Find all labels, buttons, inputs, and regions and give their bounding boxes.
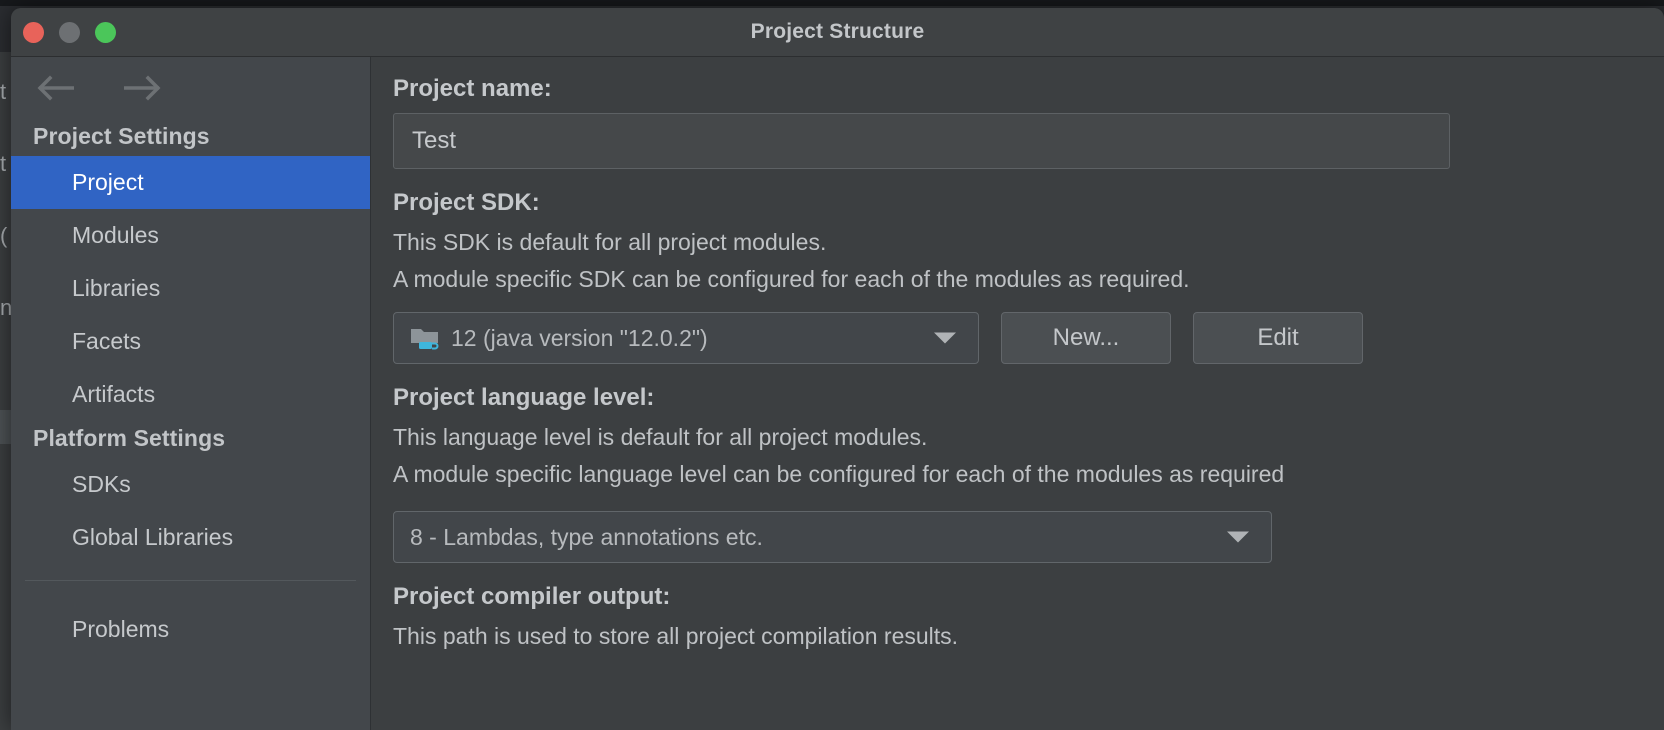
- project-sdk-description-2: A module specific SDK can be configured …: [393, 266, 1190, 292]
- new-sdk-button[interactable]: New...: [1001, 312, 1171, 364]
- sidebar-item-problems[interactable]: Problems: [11, 603, 370, 656]
- project-compiler-output-section: Project compiler output: This path is us…: [393, 583, 1664, 655]
- project-name-label: Project name:: [393, 75, 552, 102]
- sidebar-group-platform-settings: Platform Settings: [33, 425, 226, 451]
- project-sdk-controls-row: 12 (java version "12.0.2") New... Edit: [393, 312, 1664, 364]
- sidebar-item-global-libraries[interactable]: Global Libraries: [11, 511, 370, 564]
- sidebar-group-project-settings: Project Settings: [33, 123, 210, 149]
- window-titlebar: Project Structure: [11, 8, 1664, 57]
- sidebar-navigation-bar: [11, 57, 370, 119]
- project-sdk-value: 12 (java version "12.0.2"): [451, 324, 708, 351]
- jdk-folder-icon: [410, 325, 440, 351]
- chevron-down-icon[interactable]: [934, 332, 956, 344]
- project-compiler-output-label: Project compiler output:: [393, 583, 671, 610]
- sidebar-item-facets[interactable]: Facets: [11, 315, 370, 368]
- project-sdk-section: Project SDK: This SDK is default for all…: [393, 189, 1664, 364]
- sidebar-item-artifacts[interactable]: Artifacts: [11, 368, 370, 421]
- project-sdk-label: Project SDK:: [393, 189, 540, 216]
- window-content: Project Settings Project Modules Librari…: [11, 57, 1664, 730]
- project-settings-panel: Project name: Test Project SDK: This SDK…: [371, 57, 1664, 730]
- project-language-level-description-2: A module specific language level can be …: [393, 461, 1285, 487]
- arrow-left-icon[interactable]: [37, 75, 79, 101]
- settings-sidebar: Project Settings Project Modules Librari…: [11, 57, 371, 730]
- project-compiler-output-description-1: This path is used to store all project c…: [393, 623, 959, 649]
- project-language-level-combobox[interactable]: 8 - Lambdas, type annotations etc.: [393, 511, 1272, 563]
- project-language-level-description-1: This language level is default for all p…: [393, 424, 928, 450]
- project-name-value: Test: [412, 127, 457, 154]
- arrow-right-icon[interactable]: [119, 75, 161, 101]
- project-name-input[interactable]: Test: [393, 113, 1450, 169]
- project-language-level-value: 8 - Lambdas, type annotations etc.: [410, 523, 763, 550]
- project-sdk-combobox[interactable]: 12 (java version "12.0.2"): [393, 312, 979, 364]
- sidebar-item-libraries[interactable]: Libraries: [11, 262, 370, 315]
- project-language-level-label: Project language level:: [393, 384, 655, 411]
- window-title: Project Structure: [750, 20, 925, 43]
- project-language-level-section: Project language level: This language le…: [393, 384, 1664, 563]
- sidebar-item-modules[interactable]: Modules: [11, 209, 370, 262]
- project-structure-window: Project Structure Project Settings Proje…: [11, 8, 1664, 730]
- sidebar-item-project[interactable]: Project: [11, 156, 370, 209]
- background-top-edge: [0, 0, 1664, 6]
- edit-sdk-button[interactable]: Edit: [1193, 312, 1363, 364]
- project-sdk-description-1: This SDK is default for all project modu…: [393, 229, 827, 255]
- chevron-down-icon[interactable]: [1227, 531, 1249, 543]
- sidebar-item-sdks[interactable]: SDKs: [11, 458, 370, 511]
